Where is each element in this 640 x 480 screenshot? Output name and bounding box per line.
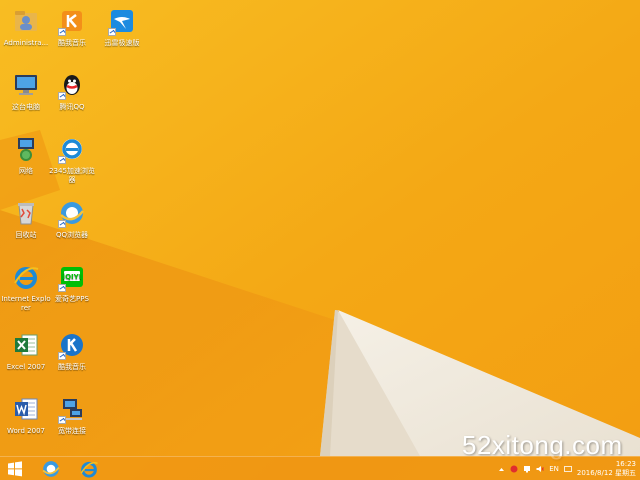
desktop-icon-label: Internet Explorer — [1, 295, 51, 312]
shortcut-arrow-icon — [58, 284, 66, 292]
computer-icon — [11, 70, 41, 100]
broadband-icon — [57, 394, 87, 424]
desktop-icon-recycle-bin[interactable]: 回收站 — [0, 196, 52, 254]
desktop-icon-qq[interactable]: 腾讯QQ — [46, 68, 98, 126]
desktop-icon-label: 回收站 — [15, 231, 37, 239]
taskbar: EN 16:23 2016/8/12 星期五 — [0, 456, 640, 480]
desktop-icon-network[interactable]: 网络 — [0, 132, 52, 190]
excel-icon — [11, 330, 41, 360]
shortcut-arrow-icon — [58, 416, 66, 424]
desktop-icon-administrator[interactable]: Administra... — [0, 4, 52, 62]
kuwo-k-icon — [57, 330, 87, 360]
iqiyi-icon: iQIYI — [57, 262, 87, 292]
shortcut-arrow-icon — [58, 28, 66, 36]
desktop-icon-label: 网络 — [19, 167, 33, 175]
desktop-icon-broadband[interactable]: 宽带连接 — [46, 392, 98, 450]
desktop-icon-2345-browser[interactable]: 2345加速浏览器 — [46, 132, 98, 190]
desktop-icon-kuwo-music-k[interactable]: 酷我音乐 — [46, 328, 98, 386]
system-tray: EN 16:23 2016/8/12 星期五 — [497, 457, 636, 480]
desktop-icon-xunlei[interactable]: 迅雷极速版 — [96, 4, 148, 62]
start-icon — [8, 461, 22, 477]
desktop-icon-label: 宽带连接 — [58, 427, 86, 435]
qq-icon — [57, 70, 87, 100]
recycle-bin-icon — [11, 198, 41, 228]
ie-icon — [11, 262, 41, 292]
desktop-icon-label: 腾讯QQ — [59, 103, 85, 111]
shortcut-arrow-icon — [108, 28, 116, 36]
shortcut-arrow-icon — [58, 156, 66, 164]
start-button[interactable] — [4, 460, 26, 478]
desktop-icon-kuwo-music[interactable]: 酷我音乐 — [46, 4, 98, 62]
qq-browser-icon — [57, 198, 87, 228]
tray-app-icon[interactable] — [510, 465, 518, 473]
clock[interactable]: 16:23 2016/8/12 星期五 — [577, 460, 636, 478]
word-icon — [11, 394, 41, 424]
network-icon — [11, 134, 41, 164]
desktop-icon-label: Administra... — [3, 39, 49, 47]
desktop-icon-label: 酷我音乐 — [58, 39, 86, 47]
desktop-icon-internet-explorer[interactable]: Internet Explorer — [0, 260, 52, 318]
desktop-icon-label: 2345加速浏览器 — [49, 167, 95, 184]
shortcut-arrow-icon — [58, 352, 66, 360]
network-status-icon[interactable] — [523, 465, 531, 473]
desktop-icon-this-pc[interactable]: 这台电脑 — [0, 68, 52, 126]
desktop-icon-label: 迅雷极速版 — [104, 39, 140, 47]
desktop-icon-qq-browser[interactable]: QQ浏览器 — [46, 196, 98, 254]
clock-date: 2016/8/12 星期五 — [576, 469, 636, 477]
clock-time: 16:23 — [615, 460, 636, 468]
desktop-icon-label: QQ浏览器 — [55, 231, 89, 239]
desktop-icon-iqiyi-pps[interactable]: iQIYI 爱奇艺PPS — [46, 260, 98, 318]
taskbar-ie[interactable] — [76, 458, 102, 480]
desktop-icon-excel[interactable]: Excel 2007 — [0, 328, 52, 386]
ie-icon — [80, 461, 98, 478]
desktop-icon-label: 这台电脑 — [12, 103, 40, 111]
browser-2345-icon — [57, 134, 87, 164]
desktop-icon-label: 爱奇艺PPS — [55, 295, 89, 303]
desktop-icon-word[interactable]: Word 2007 — [0, 392, 52, 450]
xunlei-icon — [107, 6, 137, 36]
input-language-indicator[interactable]: EN — [549, 465, 559, 473]
volume-icon[interactable] — [536, 465, 545, 473]
shortcut-arrow-icon — [58, 220, 66, 228]
input-method-icon[interactable] — [563, 465, 572, 473]
user-folder-icon — [11, 6, 41, 36]
desktop-icon-label: 酷我音乐 — [58, 363, 86, 371]
desktop-icon-label: Word 2007 — [6, 427, 46, 435]
shortcut-arrow-icon — [58, 92, 66, 100]
desktop[interactable]: Administra... 这台电脑 网络 回收站 Internet Explo… — [0, 0, 640, 480]
taskbar-qq-browser[interactable] — [38, 458, 64, 480]
kuwo-music-icon — [57, 6, 87, 36]
qq-browser-icon — [42, 461, 60, 477]
svg-text:iQIYI: iQIYI — [63, 273, 82, 281]
desktop-icon-label: Excel 2007 — [6, 363, 46, 371]
tray-expand-icon[interactable] — [497, 465, 505, 473]
